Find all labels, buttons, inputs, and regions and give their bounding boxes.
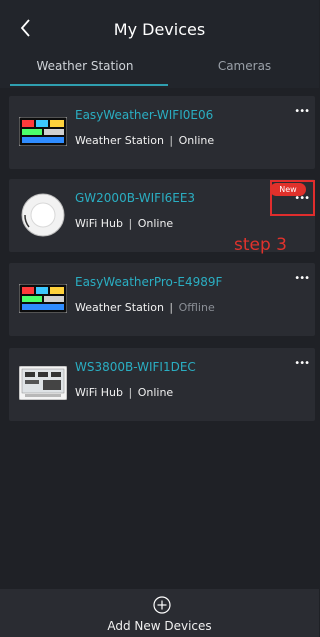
status-separator: | (169, 134, 174, 147)
lcd-console-icon (19, 366, 67, 400)
device-type: Weather Station (75, 134, 164, 147)
tab-weather-station[interactable]: Weather Station (0, 55, 170, 85)
device-status: Weather Station | Offline (75, 301, 215, 314)
tab-bar: Weather Station Cameras (0, 55, 319, 86)
plus-circle-icon[interactable] (153, 596, 171, 614)
device-status: Weather Station | Online (75, 134, 214, 147)
status-separator: | (128, 217, 133, 230)
connection-status: Online (137, 386, 174, 399)
device-card[interactable]: EasyWeatherPro-E4989F Weather Station | … (9, 263, 315, 336)
add-new-devices-button[interactable]: Add New Devices (0, 619, 319, 633)
new-badge: New (270, 183, 306, 196)
status-separator: | (128, 386, 133, 399)
device-card[interactable]: WS3800B-WIFI1DEC WiFi Hub | Online ••• (9, 348, 315, 421)
connection-status: Offline (178, 301, 215, 314)
device-name[interactable]: EasyWeather-WIFI0E06 (75, 108, 213, 122)
more-options-icon[interactable]: ••• (294, 106, 310, 117)
device-status: WiFi Hub | Online (75, 386, 173, 399)
connection-status: Online (178, 134, 215, 147)
device-name[interactable]: EasyWeatherPro-E4989F (75, 275, 222, 289)
device-name[interactable]: WS3800B-WIFI1DEC (75, 360, 196, 374)
page-title: My Devices (113, 20, 206, 39)
status-separator: | (169, 301, 174, 314)
weather-display-icon (19, 117, 67, 146)
weather-display-icon (19, 284, 67, 313)
more-options-icon[interactable]: ••• (294, 273, 310, 284)
active-tab-indicator (10, 84, 168, 86)
more-options-icon[interactable]: ••• (294, 358, 310, 369)
wifi-hub-icon (21, 193, 65, 237)
annotation-step-label: step 3 (234, 235, 287, 255)
connection-status: Online (137, 217, 174, 230)
device-type: WiFi Hub (75, 217, 123, 230)
device-type: WiFi Hub (75, 386, 123, 399)
device-status: WiFi Hub | Online (75, 217, 173, 230)
tab-cameras[interactable]: Cameras (170, 55, 319, 85)
device-name[interactable]: GW2000B-WIFI6EE3 (75, 191, 195, 205)
add-device-bar: Add New Devices (0, 589, 319, 637)
app-header: My Devices Weather Station Cameras (0, 0, 319, 88)
device-type: Weather Station (75, 301, 164, 314)
device-card[interactable]: EasyWeather-WIFI0E06 Weather Station | O… (9, 96, 315, 169)
